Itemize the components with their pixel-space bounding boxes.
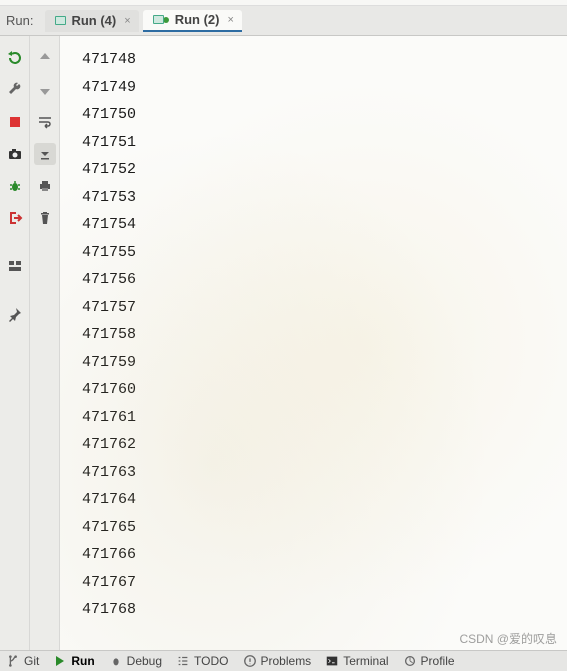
pin-icon bbox=[7, 306, 23, 322]
tool-problems[interactable]: Problems bbox=[243, 654, 312, 668]
tab-label: Run (4) bbox=[71, 13, 116, 28]
output-line: 471765 bbox=[82, 514, 567, 542]
print-button[interactable] bbox=[34, 175, 56, 197]
output-line: 471749 bbox=[82, 74, 567, 102]
output-line: 471748 bbox=[82, 46, 567, 74]
clear-button[interactable] bbox=[34, 207, 56, 229]
tool-debug[interactable]: Debug bbox=[109, 654, 162, 668]
tool-label: Terminal bbox=[343, 654, 388, 668]
scroll-to-end-button[interactable] bbox=[34, 143, 56, 165]
run-toolbar-primary bbox=[0, 36, 30, 650]
output-line: 471750 bbox=[82, 101, 567, 129]
exit-button[interactable] bbox=[4, 207, 26, 229]
close-icon[interactable]: × bbox=[227, 14, 233, 26]
output-line: 471762 bbox=[82, 431, 567, 459]
tool-terminal[interactable]: Terminal bbox=[325, 654, 388, 668]
output-line: 471755 bbox=[82, 239, 567, 267]
output-line: 471753 bbox=[82, 184, 567, 212]
up-stack-button[interactable] bbox=[34, 47, 56, 69]
tool-label: TODO bbox=[194, 654, 228, 668]
soft-wrap-button[interactable] bbox=[34, 111, 56, 133]
profile-icon bbox=[403, 654, 417, 668]
output-line: 471757 bbox=[82, 294, 567, 322]
console-output[interactable]: 4717484717494717504717514717524717534717… bbox=[60, 36, 567, 650]
down-stack-button[interactable] bbox=[34, 79, 56, 101]
rerun-icon bbox=[7, 50, 23, 66]
trash-icon bbox=[37, 210, 53, 226]
bottom-tool-strip: Git Run Debug TODO Problems Terminal Pro… bbox=[0, 650, 567, 671]
output-line: 471756 bbox=[82, 266, 567, 294]
layout-icon bbox=[7, 258, 23, 274]
output-line: 471768 bbox=[82, 596, 567, 624]
output-line: 471758 bbox=[82, 321, 567, 349]
run-panel-body: 4717484717494717504717514717524717534717… bbox=[0, 36, 567, 650]
arrow-up-icon bbox=[37, 50, 53, 66]
layout-button[interactable] bbox=[4, 255, 26, 277]
run-panel-label: Run: bbox=[6, 13, 33, 28]
edit-config-button[interactable] bbox=[4, 79, 26, 101]
output-line: 471766 bbox=[82, 541, 567, 569]
tool-label: Profile bbox=[421, 654, 455, 668]
bug-icon bbox=[109, 654, 123, 668]
scroll-to-end-icon bbox=[37, 146, 53, 162]
tool-label: Git bbox=[24, 654, 39, 668]
run-config-icon bbox=[53, 14, 67, 28]
stop-button[interactable] bbox=[4, 111, 26, 133]
tool-todo[interactable]: TODO bbox=[176, 654, 228, 668]
print-icon bbox=[37, 178, 53, 194]
dump-threads-button[interactable] bbox=[4, 143, 26, 165]
bug-icon bbox=[7, 178, 23, 194]
close-icon[interactable]: × bbox=[124, 15, 130, 27]
stop-icon bbox=[10, 117, 20, 127]
run-toolbar-secondary bbox=[30, 36, 60, 650]
camera-icon bbox=[7, 146, 23, 162]
todo-icon bbox=[176, 654, 190, 668]
exit-icon bbox=[7, 210, 23, 226]
rerun-button[interactable] bbox=[4, 47, 26, 69]
output-line: 471751 bbox=[82, 129, 567, 157]
branch-icon bbox=[6, 654, 20, 668]
output-line: 471763 bbox=[82, 459, 567, 487]
tool-run[interactable]: Run bbox=[53, 654, 94, 668]
play-icon bbox=[53, 654, 67, 668]
output-line: 471764 bbox=[82, 486, 567, 514]
tool-label: Run bbox=[71, 654, 94, 668]
run-tab-0[interactable]: Run (4) × bbox=[45, 10, 138, 32]
output-line: 471754 bbox=[82, 211, 567, 239]
arrow-down-icon bbox=[37, 82, 53, 98]
tool-profile[interactable]: Profile bbox=[403, 654, 455, 668]
terminal-icon bbox=[325, 654, 339, 668]
tab-label: Run (2) bbox=[175, 12, 220, 27]
attach-debugger-button[interactable] bbox=[4, 175, 26, 197]
pin-button[interactable] bbox=[4, 303, 26, 325]
run-tab-1[interactable]: Run (2) × bbox=[143, 10, 242, 32]
output-line: 471759 bbox=[82, 349, 567, 377]
wrap-icon bbox=[37, 114, 53, 130]
output-line: 471760 bbox=[82, 376, 567, 404]
tool-label: Problems bbox=[261, 654, 312, 668]
wrench-icon bbox=[7, 82, 23, 98]
tool-label: Debug bbox=[127, 654, 162, 668]
tool-git[interactable]: Git bbox=[6, 654, 39, 668]
run-tabbar: Run: Run (4) × Run (2) × bbox=[0, 6, 567, 36]
output-line: 471752 bbox=[82, 156, 567, 184]
output-line: 471767 bbox=[82, 569, 567, 597]
problems-icon bbox=[243, 654, 257, 668]
run-config-icon bbox=[151, 13, 165, 27]
output-line: 471761 bbox=[82, 404, 567, 432]
